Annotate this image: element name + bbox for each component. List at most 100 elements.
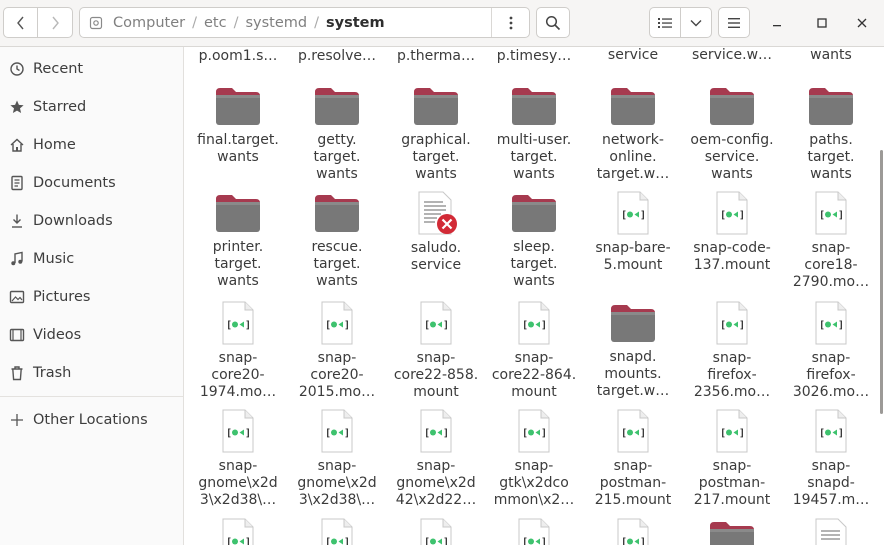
plus-icon xyxy=(8,412,26,428)
mount-icon: [ ] xyxy=(215,517,261,545)
music-icon xyxy=(8,251,26,267)
sidebar-item-home[interactable]: Home xyxy=(0,128,183,162)
svg-text:]: ] xyxy=(541,320,547,331)
file-label: snap- firefox- 2356.mo… xyxy=(693,350,771,400)
svg-text:[: [ xyxy=(621,537,627,545)
back-button[interactable] xyxy=(3,7,38,38)
mount-icon: [ ] xyxy=(314,300,360,346)
svg-text:[: [ xyxy=(325,428,331,439)
svg-text:]: ] xyxy=(541,428,547,439)
sidebar-item-downloads[interactable]: Downloads xyxy=(0,204,183,238)
breadcrumb-system[interactable]: system xyxy=(322,15,389,31)
mount-icon: [ ] xyxy=(215,300,261,346)
file-label: snap-bare- 5.mount xyxy=(595,240,671,273)
sidebar-item-label: Starred xyxy=(33,99,87,115)
sidebar-item-music[interactable]: Music xyxy=(0,242,183,276)
sidebar: Recent Starred Home Documents Downloads … xyxy=(0,47,184,545)
file-label: snap- gnome\x2d 42\x2d22… xyxy=(395,458,477,508)
sidebar-item-other-locations[interactable]: Other Locations xyxy=(0,403,183,437)
sidebar-item-videos[interactable]: Videos xyxy=(0,318,183,352)
svg-text:[: [ xyxy=(720,210,726,221)
svg-text:[: [ xyxy=(325,320,331,331)
close-button[interactable] xyxy=(848,9,876,37)
sidebar-item-documents[interactable]: Documents xyxy=(0,166,183,200)
file-label: printer. target. wants xyxy=(212,239,264,289)
sidebar-item-label: Downloads xyxy=(33,213,113,229)
svg-text:[: [ xyxy=(226,428,232,439)
maximize-button[interactable] xyxy=(808,9,836,37)
close-icon xyxy=(857,18,867,28)
folder-icon xyxy=(610,300,656,346)
breadcrumb-separator: / xyxy=(314,14,319,31)
svg-text:]: ] xyxy=(443,428,449,439)
star-icon xyxy=(8,99,26,115)
mount-icon: [ ] xyxy=(808,300,854,346)
breadcrumb-systemd[interactable]: systemd xyxy=(241,15,311,31)
disk-icon xyxy=(89,16,103,30)
view-switcher xyxy=(649,7,712,38)
folder-icon xyxy=(413,83,459,129)
sidebar-item-starred[interactable]: Starred xyxy=(0,90,183,124)
svg-text:]: ] xyxy=(541,537,547,545)
mount-icon: [ ] xyxy=(709,408,755,454)
chevron-down-icon xyxy=(690,19,702,26)
mount-icon: [ ] xyxy=(314,517,360,545)
document-icon xyxy=(8,175,26,191)
file-label: freedeskto p.resolve… xyxy=(297,48,377,64)
file-label: snap- gnome\x2d 3\x2d38\… xyxy=(297,458,377,508)
list-view-icon xyxy=(658,17,672,28)
home-icon xyxy=(8,137,26,153)
header-bar: Computer / etc / systemd / system xyxy=(0,0,884,47)
sidebar-item-pictures[interactable]: Pictures xyxy=(0,280,183,314)
file-label: graphical. target. wants xyxy=(401,132,471,182)
file-label: snap-code- 137.mount xyxy=(693,240,771,273)
sidebar-item-recent[interactable]: Recent xyxy=(0,52,183,86)
file-grid: freedeskto p.oom1.s… freedeskto p.resolv… xyxy=(184,47,884,545)
svg-text:]: ] xyxy=(739,428,745,439)
scrollbar[interactable] xyxy=(880,150,883,414)
breadcrumb-etc[interactable]: etc xyxy=(200,15,231,31)
file-label: network- online. target.w… xyxy=(596,132,670,182)
svg-text:[: [ xyxy=(424,537,430,545)
sidebar-item-label: Music xyxy=(33,251,75,267)
file-label: freedeskto p.oom1.s… xyxy=(198,48,278,64)
mount-icon: [ ] xyxy=(314,408,360,454)
file-label: snap- core22-864. mount xyxy=(491,350,577,400)
svg-text:[: [ xyxy=(819,320,825,331)
svg-text:[: [ xyxy=(522,537,528,545)
sidebar-item-trash[interactable]: Trash xyxy=(0,356,183,390)
sidebar-item-label: Videos xyxy=(33,327,82,343)
svg-text:]: ] xyxy=(344,320,350,331)
sidebar-item-label: Recent xyxy=(33,61,84,77)
svg-text:]: ] xyxy=(838,320,844,331)
list-view-button[interactable] xyxy=(649,7,681,38)
svg-text:]: ] xyxy=(838,428,844,439)
mount-icon: [ ] xyxy=(610,408,656,454)
file-label: saludo. service xyxy=(410,240,462,273)
svg-text:[: [ xyxy=(621,210,627,221)
sidebar-divider xyxy=(0,396,183,397)
search-button[interactable] xyxy=(536,7,570,38)
file-label: manager. service.w… xyxy=(691,47,773,63)
file-label: snap- core22-858. mount xyxy=(393,350,479,400)
main-menu-button[interactable] xyxy=(718,7,750,38)
path-bar: Computer / etc / systemd / system xyxy=(79,7,530,38)
file-label: final.target. wants xyxy=(197,132,279,165)
minimize-button[interactable] xyxy=(763,9,791,37)
folder-icon xyxy=(709,517,755,545)
svg-text:[: [ xyxy=(226,320,232,331)
forward-button[interactable] xyxy=(37,7,73,38)
folder-icon xyxy=(511,190,557,236)
folder-icon xyxy=(314,190,360,236)
mount-icon: [ ] xyxy=(808,408,854,454)
file-label: freedeskto p.timesy… xyxy=(496,48,572,64)
svg-text:]: ] xyxy=(443,320,449,331)
svg-text:[: [ xyxy=(522,428,528,439)
breadcrumb-computer[interactable]: Computer xyxy=(109,15,189,31)
file-label: snap- postman- 217.mount xyxy=(693,458,771,508)
path-menu-button[interactable] xyxy=(491,8,529,37)
view-options-button[interactable] xyxy=(680,7,712,38)
svg-text:]: ] xyxy=(739,320,745,331)
svg-text:[: [ xyxy=(720,428,726,439)
mount-icon: [ ] xyxy=(413,408,459,454)
